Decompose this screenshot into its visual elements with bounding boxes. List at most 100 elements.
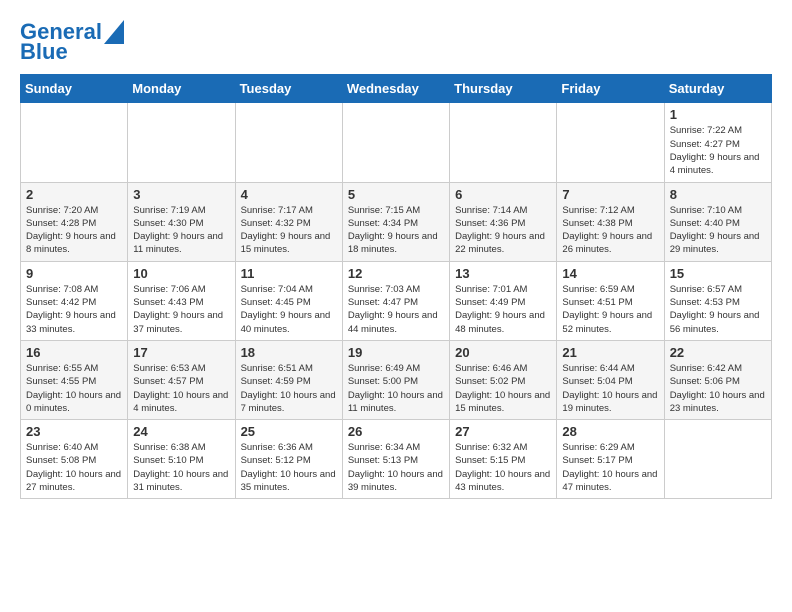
day-number: 9 xyxy=(26,266,122,281)
day-number: 23 xyxy=(26,424,122,439)
calendar-day-cell: 17 Sunrise: 6:53 AM Sunset: 4:57 PM Dayli… xyxy=(128,340,235,419)
day-of-week-header: Friday xyxy=(557,75,664,103)
calendar-day-cell: 20 Sunrise: 6:46 AM Sunset: 5:02 PM Dayli… xyxy=(450,340,557,419)
day-number: 14 xyxy=(562,266,658,281)
day-number: 12 xyxy=(348,266,444,281)
calendar-day-cell xyxy=(664,420,771,499)
day-info: Sunrise: 7:04 AM Sunset: 4:45 PM Dayligh… xyxy=(241,283,337,336)
calendar-week-row: 1 Sunrise: 7:22 AM Sunset: 4:27 PM Daylig… xyxy=(21,103,772,182)
calendar-day-cell: 6 Sunrise: 7:14 AM Sunset: 4:36 PM Daylig… xyxy=(450,182,557,261)
day-number: 28 xyxy=(562,424,658,439)
day-number: 16 xyxy=(26,345,122,360)
calendar-day-cell xyxy=(235,103,342,182)
calendar-table: SundayMondayTuesdayWednesdayThursdayFrid… xyxy=(20,74,772,499)
calendar-day-cell: 25Sunrise: 6:36 AM Sunset: 5:12 PM Dayli… xyxy=(235,420,342,499)
day-info: Sunrise: 6:42 AM Sunset: 5:06 PM Dayligh… xyxy=(670,362,766,415)
calendar-day-cell: 1 Sunrise: 7:22 AM Sunset: 4:27 PM Daylig… xyxy=(664,103,771,182)
day-number: 15 xyxy=(670,266,766,281)
day-info: Sunrise: 6:53 AM Sunset: 4:57 PM Dayligh… xyxy=(133,362,229,415)
calendar-day-cell: 18 Sunrise: 6:51 AM Sunset: 4:59 PM Dayli… xyxy=(235,340,342,419)
calendar-day-cell xyxy=(557,103,664,182)
day-number: 6 xyxy=(455,187,551,202)
logo-arrow-icon xyxy=(104,20,124,44)
calendar-day-cell: 15 Sunrise: 6:57 AM Sunset: 4:53 PM Dayli… xyxy=(664,261,771,340)
day-info: Sunrise: 7:20 AM Sunset: 4:28 PM Dayligh… xyxy=(26,204,122,257)
calendar-day-cell: 16 Sunrise: 6:55 AM Sunset: 4:55 PM Dayli… xyxy=(21,340,128,419)
day-of-week-header: Thursday xyxy=(450,75,557,103)
calendar-day-cell: 5 Sunrise: 7:15 AM Sunset: 4:34 PM Daylig… xyxy=(342,182,449,261)
day-number: 10 xyxy=(133,266,229,281)
day-number: 4 xyxy=(241,187,337,202)
calendar-day-cell: 19 Sunrise: 6:49 AM Sunset: 5:00 PM Dayli… xyxy=(342,340,449,419)
calendar-day-cell: 13 Sunrise: 7:01 AM Sunset: 4:49 PM Dayli… xyxy=(450,261,557,340)
day-info: Sunrise: 7:19 AM Sunset: 4:30 PM Dayligh… xyxy=(133,204,229,257)
calendar-day-cell: 3Sunrise: 7:19 AM Sunset: 4:30 PM Daylig… xyxy=(128,182,235,261)
logo-blue-text: Blue xyxy=(20,40,68,64)
day-info: Sunrise: 7:12 AM Sunset: 4:38 PM Dayligh… xyxy=(562,204,658,257)
day-number: 7 xyxy=(562,187,658,202)
calendar-day-cell: 7 Sunrise: 7:12 AM Sunset: 4:38 PM Daylig… xyxy=(557,182,664,261)
day-info: Sunrise: 7:15 AM Sunset: 4:34 PM Dayligh… xyxy=(348,204,444,257)
day-number: 1 xyxy=(670,107,766,122)
day-number: 20 xyxy=(455,345,551,360)
calendar-day-cell: 8 Sunrise: 7:10 AM Sunset: 4:40 PM Daylig… xyxy=(664,182,771,261)
calendar-day-cell: 24 Sunrise: 6:38 AM Sunset: 5:10 PM Dayli… xyxy=(128,420,235,499)
day-info: Sunrise: 6:38 AM Sunset: 5:10 PM Dayligh… xyxy=(133,441,229,494)
day-number: 18 xyxy=(241,345,337,360)
calendar-day-cell: 2 Sunrise: 7:20 AM Sunset: 4:28 PM Daylig… xyxy=(21,182,128,261)
day-number: 22 xyxy=(670,345,766,360)
calendar-day-cell: 10 Sunrise: 7:06 AM Sunset: 4:43 PM Dayli… xyxy=(128,261,235,340)
day-info: Sunrise: 6:57 AM Sunset: 4:53 PM Dayligh… xyxy=(670,283,766,336)
day-of-week-header: Sunday xyxy=(21,75,128,103)
day-info: Sunrise: 7:14 AM Sunset: 4:36 PM Dayligh… xyxy=(455,204,551,257)
day-number: 5 xyxy=(348,187,444,202)
calendar-day-cell: 4 Sunrise: 7:17 AM Sunset: 4:32 PM Daylig… xyxy=(235,182,342,261)
day-info: Sunrise: 6:40 AM Sunset: 5:08 PM Dayligh… xyxy=(26,441,122,494)
calendar-day-cell: 14 Sunrise: 6:59 AM Sunset: 4:51 PM Dayli… xyxy=(557,261,664,340)
calendar-day-cell: 12Sunrise: 7:03 AM Sunset: 4:47 PM Dayli… xyxy=(342,261,449,340)
calendar-day-cell xyxy=(450,103,557,182)
calendar-week-row: 16 Sunrise: 6:55 AM Sunset: 4:55 PM Dayli… xyxy=(21,340,772,419)
calendar-header-row: SundayMondayTuesdayWednesdayThursdayFrid… xyxy=(21,75,772,103)
calendar-day-cell: 11 Sunrise: 7:04 AM Sunset: 4:45 PM Dayli… xyxy=(235,261,342,340)
day-info: Sunrise: 6:32 AM Sunset: 5:15 PM Dayligh… xyxy=(455,441,551,494)
calendar-day-cell xyxy=(21,103,128,182)
day-info: Sunrise: 6:51 AM Sunset: 4:59 PM Dayligh… xyxy=(241,362,337,415)
day-number: 19 xyxy=(348,345,444,360)
day-info: Sunrise: 7:01 AM Sunset: 4:49 PM Dayligh… xyxy=(455,283,551,336)
logo: General Blue xyxy=(20,20,124,64)
calendar-day-cell: 28Sunrise: 6:29 AM Sunset: 5:17 PM Dayli… xyxy=(557,420,664,499)
day-of-week-header: Wednesday xyxy=(342,75,449,103)
calendar-day-cell: 22 Sunrise: 6:42 AM Sunset: 5:06 PM Dayli… xyxy=(664,340,771,419)
day-number: 24 xyxy=(133,424,229,439)
calendar-day-cell xyxy=(342,103,449,182)
day-info: Sunrise: 6:55 AM Sunset: 4:55 PM Dayligh… xyxy=(26,362,122,415)
day-of-week-header: Tuesday xyxy=(235,75,342,103)
day-number: 13 xyxy=(455,266,551,281)
day-info: Sunrise: 6:46 AM Sunset: 5:02 PM Dayligh… xyxy=(455,362,551,415)
day-info: Sunrise: 6:49 AM Sunset: 5:00 PM Dayligh… xyxy=(348,362,444,415)
day-number: 26 xyxy=(348,424,444,439)
calendar-day-cell: 23 Sunrise: 6:40 AM Sunset: 5:08 PM Dayli… xyxy=(21,420,128,499)
calendar-week-row: 2 Sunrise: 7:20 AM Sunset: 4:28 PM Daylig… xyxy=(21,182,772,261)
day-info: Sunrise: 6:44 AM Sunset: 5:04 PM Dayligh… xyxy=(562,362,658,415)
day-info: Sunrise: 7:10 AM Sunset: 4:40 PM Dayligh… xyxy=(670,204,766,257)
day-number: 2 xyxy=(26,187,122,202)
page-header: General Blue xyxy=(20,20,772,64)
day-number: 11 xyxy=(241,266,337,281)
day-number: 21 xyxy=(562,345,658,360)
calendar-day-cell xyxy=(128,103,235,182)
day-of-week-header: Saturday xyxy=(664,75,771,103)
day-number: 8 xyxy=(670,187,766,202)
day-info: Sunrise: 7:17 AM Sunset: 4:32 PM Dayligh… xyxy=(241,204,337,257)
day-info: Sunrise: 6:34 AM Sunset: 5:13 PM Dayligh… xyxy=(348,441,444,494)
day-number: 25 xyxy=(241,424,337,439)
calendar-day-cell: 26 Sunrise: 6:34 AM Sunset: 5:13 PM Dayli… xyxy=(342,420,449,499)
calendar-day-cell: 27Sunrise: 6:32 AM Sunset: 5:15 PM Dayli… xyxy=(450,420,557,499)
day-info: Sunrise: 7:08 AM Sunset: 4:42 PM Dayligh… xyxy=(26,283,122,336)
day-number: 17 xyxy=(133,345,229,360)
day-of-week-header: Monday xyxy=(128,75,235,103)
day-info: Sunrise: 6:59 AM Sunset: 4:51 PM Dayligh… xyxy=(562,283,658,336)
day-info: Sunrise: 7:22 AM Sunset: 4:27 PM Dayligh… xyxy=(670,124,766,177)
day-info: Sunrise: 7:06 AM Sunset: 4:43 PM Dayligh… xyxy=(133,283,229,336)
